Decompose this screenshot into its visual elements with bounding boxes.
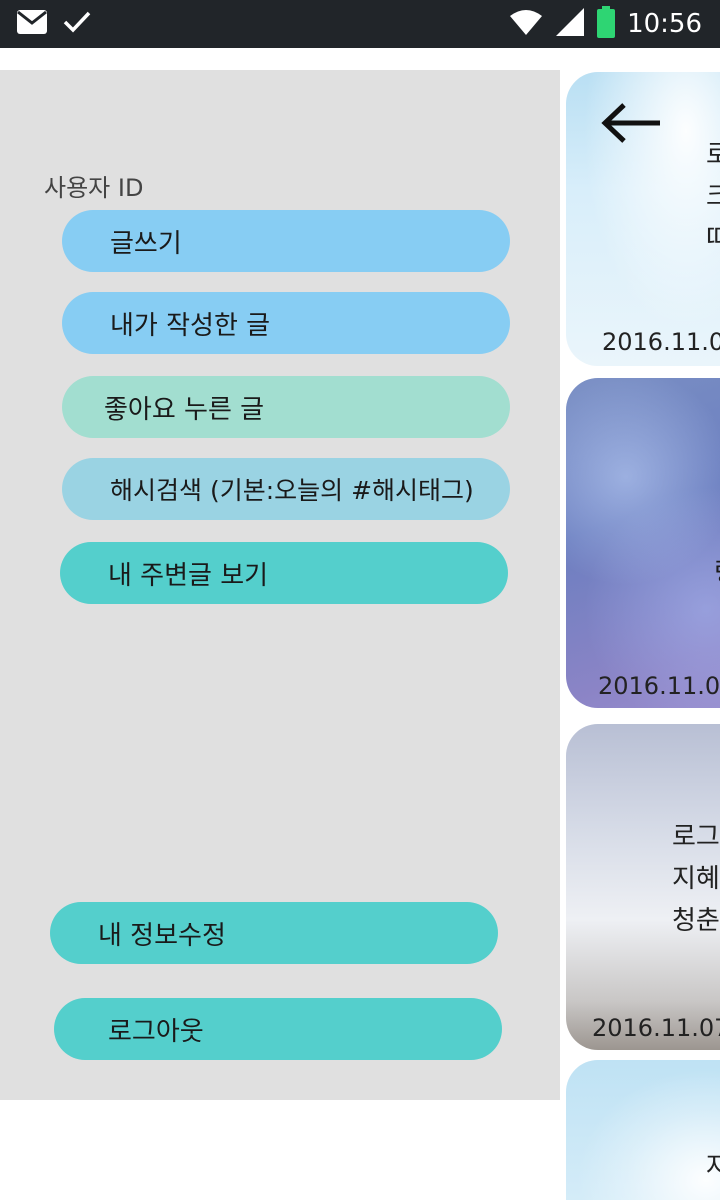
check-icon	[62, 9, 92, 39]
post-card[interactable]: 로그 지혜 청춘 2016.11.07	[566, 724, 720, 1050]
status-bar: 10:56	[0, 0, 720, 48]
navigation-drawer: 사용자 ID 글쓰기 내가 작성한 글 좋아요 누른 글 해시검색 (기본:오늘…	[0, 70, 560, 1100]
signal-icon	[555, 7, 585, 41]
logout-button[interactable]: 로그아웃	[54, 998, 502, 1060]
post-text: 로 크 따	[706, 140, 720, 254]
logout-button-label: 로그아웃	[108, 1016, 204, 1047]
battery-icon	[597, 6, 616, 42]
nearby-posts-button[interactable]: 내 주변글 보기	[60, 542, 508, 604]
post-date: 2016.11.07	[598, 672, 720, 700]
write-button[interactable]: 글쓰기	[62, 210, 510, 272]
mail-icon	[16, 9, 48, 39]
post-card[interactable]: 로 에 링. 2016.11.07	[566, 378, 720, 708]
wifi-icon	[509, 8, 543, 40]
my-posts-button[interactable]: 내가 작성한 글	[62, 292, 510, 354]
hashtag-search-button-label: 해시검색 (기본:오늘의 #해시태그)	[110, 476, 474, 505]
nearby-posts-button-label: 내 주변글 보기	[108, 560, 269, 591]
edit-profile-button[interactable]: 내 정보수정	[50, 902, 498, 964]
post-text: 자	[706, 1152, 720, 1182]
liked-posts-button-label: 좋아요 누른 글	[104, 394, 265, 425]
back-arrow-icon[interactable]	[600, 100, 664, 150]
my-posts-button-label: 내가 작성한 글	[110, 310, 271, 341]
hashtag-search-button[interactable]: 해시검색 (기본:오늘의 #해시태그)	[62, 458, 510, 520]
edit-profile-button-label: 내 정보수정	[98, 920, 226, 951]
post-date: 2016.11.07	[592, 1014, 720, 1042]
post-card[interactable]: 로 크 따 2016.11.07	[566, 72, 720, 366]
post-feed: 로 크 따 2016.11.07 로 에 링. 2016.11.07 로그 지혜…	[560, 70, 720, 1200]
user-id-label: 사용자 ID	[44, 174, 144, 202]
post-text: 로 에 링.	[686, 468, 720, 594]
clock: 10:56	[627, 9, 702, 39]
liked-posts-button[interactable]: 좋아요 누른 글	[62, 376, 510, 438]
post-date: 2016.11.07	[602, 328, 720, 356]
post-card[interactable]: 자	[566, 1060, 720, 1200]
post-text: 로그 지혜 청춘	[672, 822, 720, 936]
write-button-label: 글쓰기	[110, 228, 182, 259]
